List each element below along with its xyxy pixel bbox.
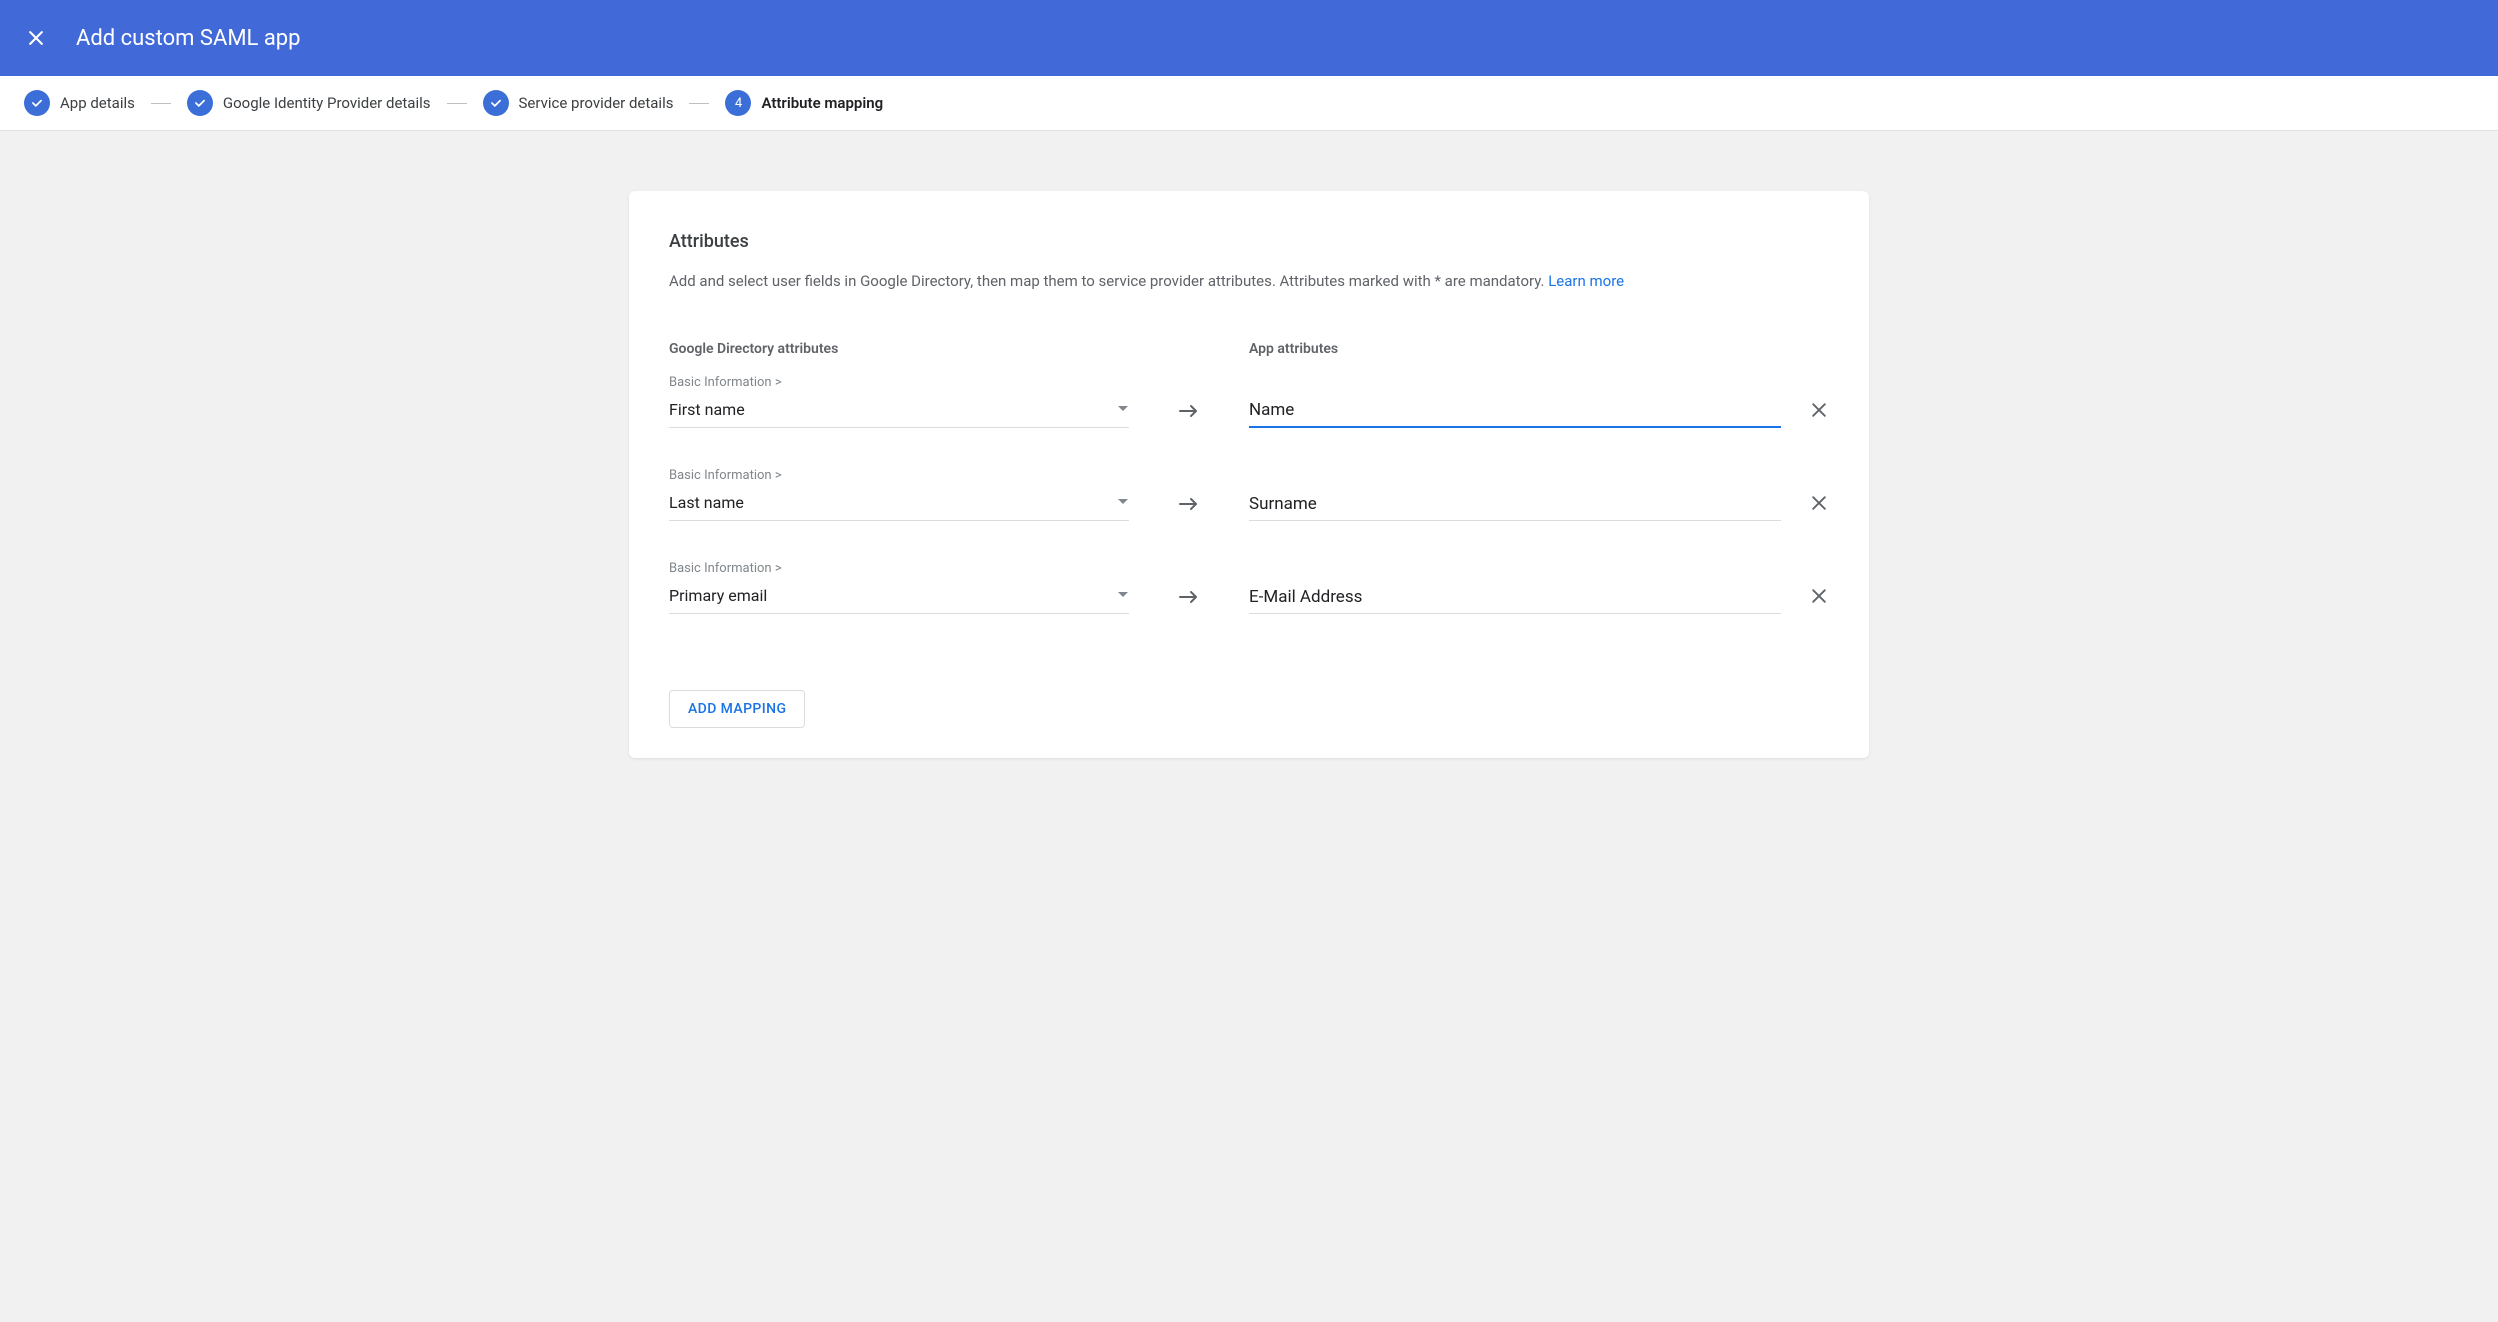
chevron-down-icon bbox=[1117, 405, 1129, 413]
step-label: Attribute mapping bbox=[761, 94, 883, 112]
mapping-row: Basic Information > First name bbox=[669, 375, 1829, 428]
directory-attribute-field: Basic Information > Primary email bbox=[669, 561, 1129, 614]
app-attribute-input[interactable] bbox=[1249, 396, 1781, 428]
columns-header: Google Directory attributes App attribut… bbox=[669, 341, 1829, 357]
left-column-title: Google Directory attributes bbox=[669, 341, 838, 357]
directory-attribute-field: Basic Information > First name bbox=[669, 375, 1129, 428]
app-attribute-field bbox=[1249, 490, 1829, 521]
step-label: Google Identity Provider details bbox=[223, 94, 431, 112]
learn-more-link[interactable]: Learn more bbox=[1548, 272, 1624, 290]
arrow-right-icon bbox=[1129, 404, 1249, 428]
directory-attribute-value: Last name bbox=[669, 493, 744, 512]
add-mapping-button[interactable]: ADD MAPPING bbox=[669, 690, 805, 728]
close-icon bbox=[1809, 493, 1829, 513]
step-check-icon bbox=[24, 90, 50, 116]
header-bar: Add custom SAML app bbox=[0, 0, 2498, 76]
close-icon bbox=[26, 28, 46, 48]
directory-category-label: Basic Information > bbox=[669, 375, 1129, 390]
close-icon bbox=[1809, 400, 1829, 420]
mapping-row: Basic Information > Last name bbox=[669, 468, 1829, 521]
close-button[interactable] bbox=[24, 26, 48, 50]
section-description: Add and select user fields in Google Dir… bbox=[669, 270, 1829, 293]
arrow-right-icon bbox=[1129, 590, 1249, 614]
remove-mapping-button[interactable] bbox=[1809, 400, 1829, 424]
step-separator bbox=[151, 103, 171, 104]
app-attribute-input[interactable] bbox=[1249, 583, 1781, 614]
directory-attribute-field: Basic Information > Last name bbox=[669, 468, 1129, 521]
stepper: App details Google Identity Provider det… bbox=[0, 76, 2498, 131]
chevron-down-icon bbox=[1117, 498, 1129, 506]
remove-mapping-button[interactable] bbox=[1809, 493, 1829, 517]
step-separator bbox=[689, 103, 709, 104]
directory-category-label: Basic Information > bbox=[669, 468, 1129, 483]
close-icon bbox=[1809, 586, 1829, 606]
chevron-down-icon bbox=[1117, 591, 1129, 599]
right-column-title: App attributes bbox=[1249, 341, 1338, 357]
step-check-icon bbox=[187, 90, 213, 116]
page-title: Add custom SAML app bbox=[76, 26, 301, 51]
step-separator bbox=[447, 103, 467, 104]
step-attribute-mapping[interactable]: 4 Attribute mapping bbox=[725, 90, 883, 116]
step-app-details[interactable]: App details bbox=[24, 90, 135, 116]
content-area: Attributes Add and select user fields in… bbox=[0, 131, 2498, 798]
directory-attribute-select[interactable]: First name bbox=[669, 396, 1129, 428]
remove-mapping-button[interactable] bbox=[1809, 586, 1829, 610]
step-check-icon bbox=[483, 90, 509, 116]
step-label: Service provider details bbox=[519, 94, 674, 112]
step-idp-details[interactable]: Google Identity Provider details bbox=[187, 90, 431, 116]
directory-category-label: Basic Information > bbox=[669, 561, 1129, 576]
directory-attribute-value: First name bbox=[669, 400, 745, 419]
mapping-row: Basic Information > Primary email bbox=[669, 561, 1829, 614]
arrow-right-icon bbox=[1129, 497, 1249, 521]
description-text: Add and select user fields in Google Dir… bbox=[669, 272, 1548, 290]
step-sp-details[interactable]: Service provider details bbox=[483, 90, 674, 116]
app-attribute-field bbox=[1249, 583, 1829, 614]
step-label: App details bbox=[60, 94, 135, 112]
app-attribute-field bbox=[1249, 396, 1829, 428]
directory-attribute-value: Primary email bbox=[669, 586, 767, 605]
section-heading: Attributes bbox=[669, 231, 1829, 252]
attributes-card: Attributes Add and select user fields in… bbox=[629, 191, 1869, 758]
directory-attribute-select[interactable]: Last name bbox=[669, 489, 1129, 521]
app-attribute-input[interactable] bbox=[1249, 490, 1781, 521]
directory-attribute-select[interactable]: Primary email bbox=[669, 582, 1129, 614]
step-number-icon: 4 bbox=[725, 90, 751, 116]
